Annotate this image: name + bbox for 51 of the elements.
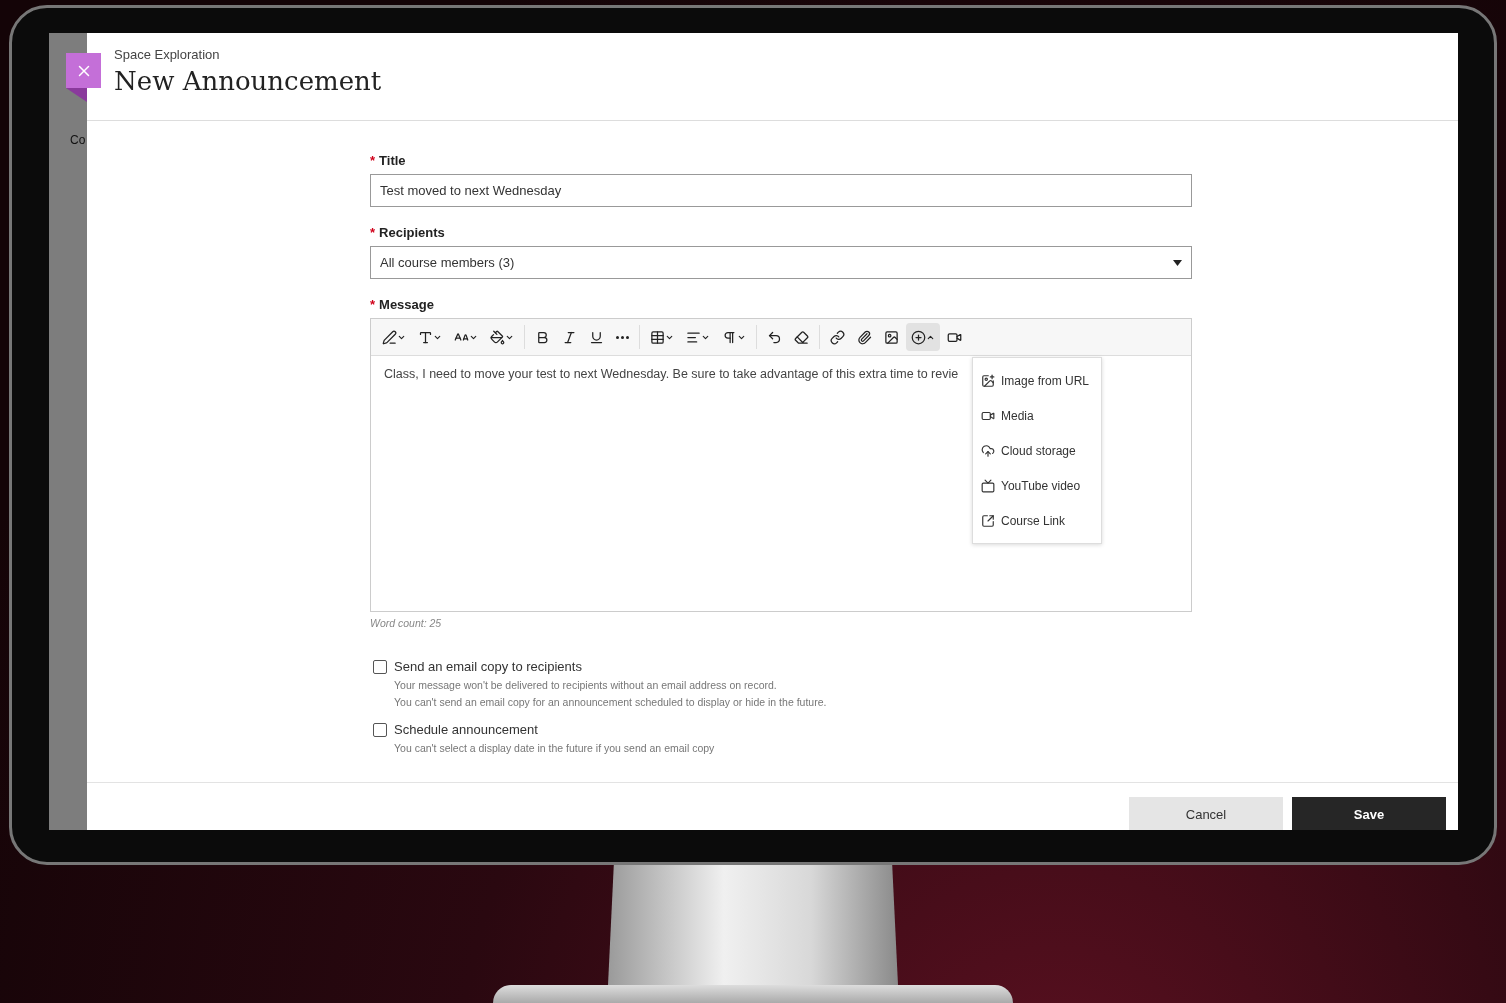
caret-icon [1173,259,1182,266]
tab-fold [66,88,87,102]
highlight-icon [490,329,505,345]
checkbox-label: Schedule announcement [394,722,538,737]
menu-item[interactable]: Cloud storage [973,433,1101,468]
save-button[interactable]: Save [1292,797,1446,830]
image-icon [884,329,899,345]
link-icon [830,329,845,345]
italic-icon [562,329,577,345]
required-mark: * [370,297,376,312]
eraser-icon [794,329,809,345]
course-name: Space Exploration [114,47,221,62]
checkbox-label: Send an email copy to recipients [394,659,582,674]
youtube-icon [981,478,995,493]
insert-icon [911,329,926,345]
text-style-icon [382,329,397,345]
paragraph-format-icon [418,329,433,345]
required-mark: * [370,153,376,168]
bold-icon [535,329,550,345]
underline-icon [589,329,604,345]
help-text: You can't select a display date in the future if you send an email copy [394,743,716,754]
message-editor[interactable]: Class, I need to move your test to next Wednesday. Be sure to take advantage of this extra time to revie Image from URL Media Cloud storage YouTube video Course Link [370,318,1192,612]
field-label: Recipients [379,225,445,240]
word-count: Word count: 25 [370,617,443,629]
recipients-dropdown[interactable]: All course members (3) [370,246,1192,279]
sidebar-item[interactable]: Co [49,129,87,147]
help-text: You can't send an email copy for an announcement scheduled to display or hide in the future. [394,697,828,708]
paragraph-icon [722,329,737,345]
undo-icon [767,329,782,345]
attach-icon [857,329,872,345]
checkbox[interactable] [373,722,387,737]
help-text: Your message won't be delivered to recipients without an email address on record. [394,680,778,691]
course-link-icon [981,513,995,528]
align-icon [686,329,701,345]
required-mark: * [370,225,376,240]
menu-item[interactable]: Course Link [973,503,1101,538]
field-label: Title [379,153,406,168]
checkbox[interactable] [373,659,387,674]
message-text: Class, I need to move your test to next Wednesday. Be sure to take advantage of this extra time to revie [384,367,959,381]
cloud-icon [981,443,995,458]
field-label: Message [379,297,434,312]
title-input[interactable]: Test moved to next Wednesday [370,174,1192,207]
menu-item[interactable]: Image from URL [973,363,1101,398]
image-url-icon [981,373,995,388]
cancel-button[interactable]: Cancel [1129,797,1283,830]
page-title: New Announcement [114,66,383,96]
table-icon [650,329,665,345]
insert-tool[interactable] [906,323,940,351]
more-icon [616,335,629,339]
menu-item[interactable]: Media [973,398,1101,433]
menu-item[interactable]: YouTube video [973,468,1101,503]
